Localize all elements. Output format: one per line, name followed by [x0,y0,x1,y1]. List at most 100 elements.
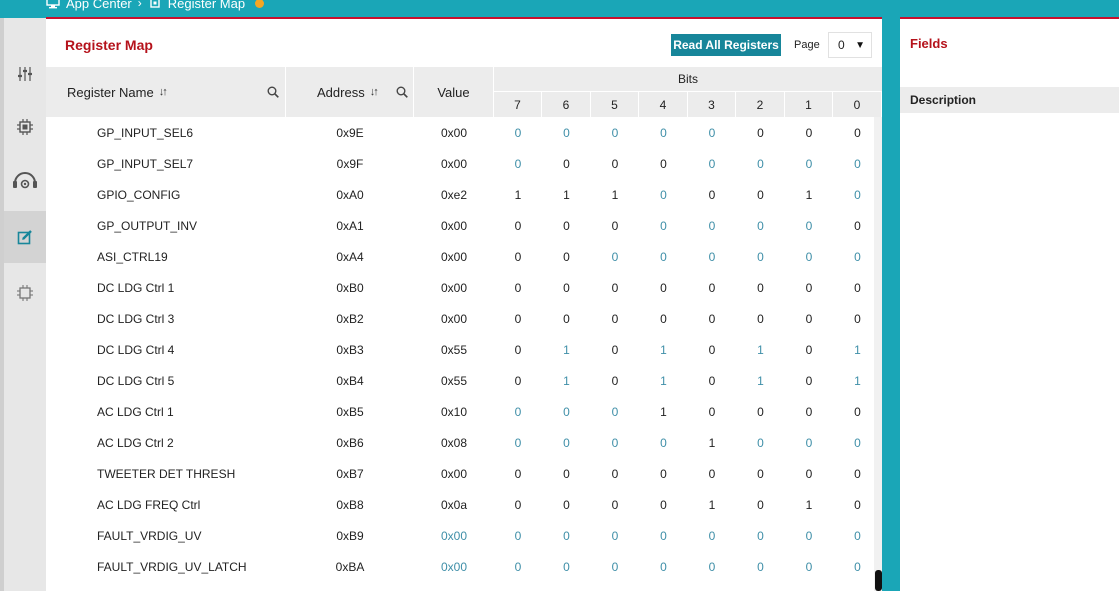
table-row[interactable]: AC LDG Ctrl 2 0xB6 0x08 0 0 0 0 1 0 0 0 [46,427,874,458]
bit-cell[interactable]: 1 [543,365,591,396]
bit-cell[interactable]: 0 [591,210,639,241]
value-cell[interactable]: 0x08 [414,427,494,458]
bit-cell[interactable]: 0 [543,241,591,272]
bit-cell[interactable]: 0 [834,520,875,551]
bit-cell[interactable]: 0 [785,117,833,148]
bit-cell[interactable]: 0 [494,551,542,582]
bit-cell[interactable]: 0 [834,427,875,458]
table-row[interactable]: DC LDG Ctrl 1 0xB0 0x00 0 0 0 0 0 0 0 0 [46,272,874,303]
table-row[interactable]: GP_INPUT_SEL6 0x9E 0x00 0 0 0 0 0 0 0 0 [46,117,874,148]
bit-cell[interactable]: 1 [640,334,688,365]
bit-cell[interactable]: 0 [737,303,785,334]
bit-cell[interactable]: 0 [688,520,736,551]
bit-cell[interactable]: 0 [785,458,833,489]
bit-cell[interactable]: 0 [494,148,542,179]
bit-cell[interactable]: 0 [543,458,591,489]
bit-cell[interactable]: 0 [688,148,736,179]
sort-icon[interactable]: ↓↑ [370,86,379,98]
bit-cell[interactable]: 0 [688,458,736,489]
bit-cell[interactable]: 0 [834,179,875,210]
bit-cell[interactable]: 1 [785,489,833,520]
value-cell[interactable]: 0x00 [414,210,494,241]
bit-cell[interactable]: 0 [737,241,785,272]
bit-cell[interactable]: 0 [688,272,736,303]
bit-cell[interactable]: 0 [591,551,639,582]
bit-cell[interactable]: 0 [834,272,875,303]
bit-cell[interactable]: 0 [737,148,785,179]
bit-cell[interactable]: 0 [737,396,785,427]
value-cell[interactable]: 0x00 [414,272,494,303]
value-cell[interactable]: 0x00 [414,303,494,334]
bit-cell[interactable]: 1 [640,365,688,396]
value-cell[interactable]: 0x00 [414,117,494,148]
bit-cell[interactable]: 0 [688,241,736,272]
bit-cell[interactable]: 0 [591,303,639,334]
bit-cell[interactable]: 0 [785,396,833,427]
bit-cell[interactable]: 0 [785,334,833,365]
breadcrumb-app-center[interactable]: App Center [66,0,132,11]
bit-cell[interactable]: 0 [834,458,875,489]
bit-cell[interactable]: 0 [785,365,833,396]
table-row[interactable]: AC LDG FREQ Ctrl 0xB8 0x0a 0 0 0 0 1 0 1 0 [46,489,874,520]
value-cell[interactable]: 0x00 [414,241,494,272]
bit-cell[interactable]: 1 [543,334,591,365]
table-row[interactable]: AC LDG Ctrl 1 0xB5 0x10 0 0 0 1 0 0 0 0 [46,396,874,427]
page-select[interactable]: 0 ▼ [828,32,872,58]
column-header-register-name[interactable]: Register Name ↓↑ [46,67,286,117]
bit-cell[interactable]: 1 [494,179,542,210]
read-all-registers-button[interactable]: Read All Registers [671,34,781,56]
bit-cell[interactable]: 0 [640,458,688,489]
bit-cell[interactable]: 0 [640,117,688,148]
bit-cell[interactable]: 0 [785,241,833,272]
bit-cell[interactable]: 0 [494,334,542,365]
value-cell[interactable]: 0x0a [414,489,494,520]
bit-cell[interactable]: 0 [494,458,542,489]
bit-cell[interactable]: 0 [543,551,591,582]
scrollbar-track[interactable] [874,117,882,591]
bit-cell[interactable]: 1 [834,334,875,365]
bit-cell[interactable]: 0 [785,551,833,582]
bit-cell[interactable]: 0 [640,520,688,551]
bit-cell[interactable]: 0 [688,396,736,427]
table-row[interactable]: GP_INPUT_SEL7 0x9F 0x00 0 0 0 0 0 0 0 0 [46,148,874,179]
bit-cell[interactable]: 0 [543,210,591,241]
bit-cell[interactable]: 0 [640,303,688,334]
bit-cell[interactable]: 0 [688,303,736,334]
bit-cell[interactable]: 0 [834,489,875,520]
sort-icon[interactable]: ↓↑ [159,86,168,98]
bit-cell[interactable]: 0 [591,241,639,272]
bit-cell[interactable]: 0 [591,396,639,427]
bit-cell[interactable]: 0 [737,210,785,241]
table-row[interactable]: DC LDG Ctrl 4 0xB3 0x55 0 1 0 1 0 1 0 1 [46,334,874,365]
bit-cell[interactable]: 0 [737,117,785,148]
bit-cell[interactable]: 0 [640,241,688,272]
bit-cell[interactable]: 0 [591,520,639,551]
bit-cell[interactable]: 1 [834,365,875,396]
bit-cell[interactable]: 0 [494,489,542,520]
table-row[interactable]: FAULT_VRDIG_UV_LATCH 0xBA 0x00 0 0 0 0 0 0 0 0 [46,551,874,582]
bit-cell[interactable]: 0 [543,427,591,458]
bit-cell[interactable]: 0 [543,117,591,148]
bit-cell[interactable]: 0 [543,489,591,520]
bit-cell[interactable]: 1 [688,489,736,520]
bit-cell[interactable]: 0 [494,365,542,396]
sidebar-item-support[interactable] [4,154,46,206]
bit-cell[interactable]: 1 [543,179,591,210]
table-row[interactable]: DC LDG Ctrl 5 0xB4 0x55 0 1 0 1 0 1 0 1 [46,365,874,396]
bit-cell[interactable]: 0 [834,148,875,179]
bit-cell[interactable]: 0 [494,241,542,272]
table-row[interactable]: GP_OUTPUT_INV 0xA1 0x00 0 0 0 0 0 0 0 0 [46,210,874,241]
bit-cell[interactable]: 0 [543,396,591,427]
bit-cell[interactable]: 1 [688,427,736,458]
bit-cell[interactable]: 0 [688,179,736,210]
bit-cell[interactable]: 0 [688,210,736,241]
bit-cell[interactable]: 0 [737,272,785,303]
bit-cell[interactable]: 0 [494,272,542,303]
bit-cell[interactable]: 0 [834,117,875,148]
bit-cell[interactable]: 0 [737,179,785,210]
bit-cell[interactable]: 0 [591,272,639,303]
bit-cell[interactable]: 0 [640,179,688,210]
search-icon[interactable] [267,86,279,98]
bit-cell[interactable]: 0 [640,427,688,458]
bit-cell[interactable]: 0 [494,303,542,334]
